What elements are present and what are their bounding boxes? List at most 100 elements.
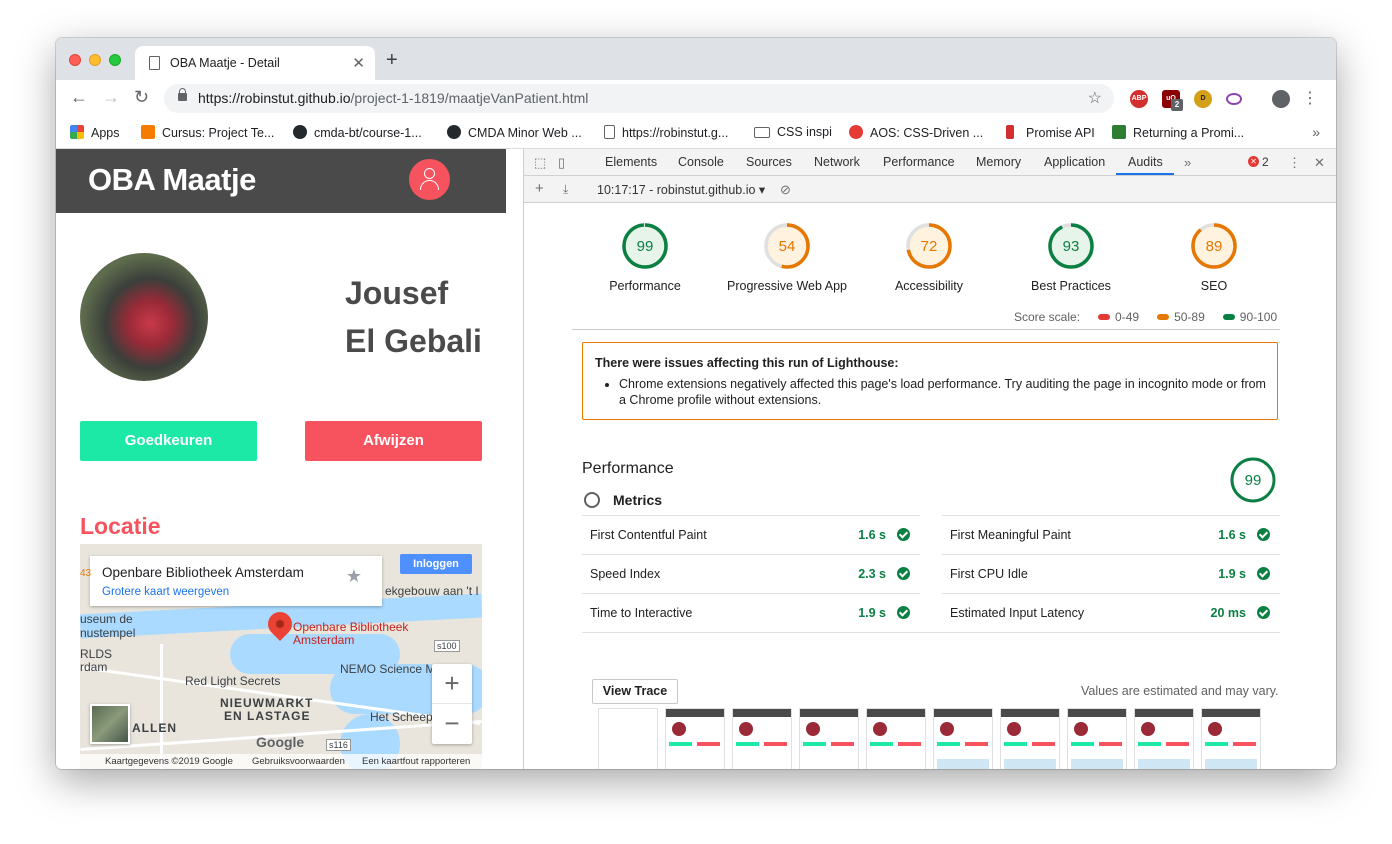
adblock-extension-icon[interactable]: ABP xyxy=(1130,90,1148,108)
bookmark-returning-promise[interactable]: Returning a Promi... xyxy=(1112,125,1244,140)
google-map[interactable]: Openbare Bibliotheek Amsterdam Grotere k… xyxy=(80,544,482,769)
frame-avatar xyxy=(1208,722,1222,736)
score-gauge-seo[interactable]: 89 SEO xyxy=(1144,221,1284,293)
bookmark-label: cmda-bt/course-1... xyxy=(314,126,422,140)
clear-audits-icon[interactable]: ⊘ xyxy=(780,182,791,198)
score-gauge-best-practices[interactable]: 93 Best Practices xyxy=(1001,221,1141,293)
google-logo: Google xyxy=(256,734,305,750)
eye-extension-icon[interactable] xyxy=(1226,93,1242,105)
download-report-icon[interactable]: ⤓ xyxy=(563,182,568,197)
map-label: nustempel xyxy=(80,626,136,640)
bookmark-apps[interactable]: Apps xyxy=(70,125,120,140)
metric-name: First CPU Idle xyxy=(950,567,1028,581)
zoom-in-button[interactable]: + xyxy=(432,664,472,704)
larger-map-link[interactable]: Grotere kaart weergeven xyxy=(102,586,229,598)
map-label: RLDS xyxy=(80,647,113,661)
device-toolbar-icon[interactable]: ▯ xyxy=(558,155,565,171)
score-gauge-progressive-web-app[interactable]: 54 Progressive Web App xyxy=(717,221,857,293)
metrics-heading-label: Metrics xyxy=(613,492,663,508)
address-bar[interactable]: https://robinstut.github.io/project-1-18… xyxy=(164,84,1114,113)
bookmark-aos[interactable]: AOS: CSS-Driven ... xyxy=(849,125,983,140)
metric-value: 1.6 s xyxy=(858,528,886,542)
bookmark-cmda-minor[interactable]: CMDA Minor Web ... xyxy=(447,125,582,140)
bookmark-cmda-bt[interactable]: cmda-bt/course-1... xyxy=(293,125,422,140)
error-count[interactable]: 2 xyxy=(1262,155,1269,169)
map-login-button[interactable]: Inloggen xyxy=(400,554,472,574)
more-bookmarks-icon[interactable]: » xyxy=(1312,124,1320,140)
bookmark-promise-api[interactable]: Promise API xyxy=(1006,125,1095,140)
performance-gauge: 99 xyxy=(1230,457,1276,508)
frame-avatar xyxy=(873,722,887,736)
terms-link[interactable]: Gebruiksvoorwaarden xyxy=(252,756,345,767)
bookmark-robinstut[interactable]: https://robinstut.g... xyxy=(604,125,728,140)
apps-icon xyxy=(70,125,84,139)
devtools-menu-icon[interactable]: ⋮ xyxy=(1288,155,1301,171)
tab-sources[interactable]: Sources xyxy=(746,155,792,169)
frame-map xyxy=(1004,759,1056,769)
metric-row: First CPU Idle 1.9 s xyxy=(942,554,1280,593)
audit-run-selector[interactable]: 10:17:17 - robinstut.github.io ▾ xyxy=(597,182,765,197)
browser-tab[interactable]: OBA Maatje - Detail ✕ xyxy=(135,46,375,80)
tab-console[interactable]: Console xyxy=(678,155,724,169)
score-scale-label: Score scale: xyxy=(1014,310,1081,324)
zoom-out-button[interactable]: − xyxy=(432,704,472,744)
tab-audits[interactable]: Audits xyxy=(1128,155,1163,169)
reload-button[interactable]: ↻ xyxy=(134,88,149,106)
metric-value: 1.9 s xyxy=(1218,567,1246,581)
bookmark-star-icon[interactable]: ☆ xyxy=(1088,88,1102,108)
frame-header xyxy=(666,709,724,717)
close-tab-icon[interactable]: ✕ xyxy=(352,54,365,72)
devtools-tab-bar: ⬚ ▯ Elements Console Sources Network Per… xyxy=(524,149,1336,176)
maximize-window-button[interactable] xyxy=(109,54,121,66)
report-error-link[interactable]: Een kaartfout rapporteren xyxy=(362,756,470,767)
save-place-star-icon[interactable]: ★ xyxy=(346,566,362,587)
close-devtools-icon[interactable]: ✕ xyxy=(1314,155,1325,171)
user-account-button[interactable] xyxy=(409,159,450,200)
extension-d-icon[interactable]: D xyxy=(1194,90,1212,108)
filmstrip-frame xyxy=(1067,708,1127,769)
minimize-window-button[interactable] xyxy=(89,54,101,66)
map-pin-label: Amsterdam xyxy=(293,633,355,647)
tab-elements[interactable]: Elements xyxy=(605,155,657,169)
metric-value: 20 ms xyxy=(1210,606,1246,620)
bookmark-css-inspi[interactable]: CSS inspi xyxy=(754,125,832,139)
chrome-menu-icon[interactable]: ⋮ xyxy=(1302,88,1318,108)
bookmark-label: https://robinstut.g... xyxy=(622,126,729,140)
score-range: 50-89 xyxy=(1174,310,1205,324)
score-gauge-accessibility[interactable]: 72 Accessibility xyxy=(859,221,999,293)
satellite-toggle[interactable] xyxy=(90,704,130,744)
tab-network[interactable]: Network xyxy=(814,155,860,169)
forward-button[interactable]: → xyxy=(102,88,120,106)
new-audit-icon[interactable]: + xyxy=(535,180,544,197)
stopwatch-icon xyxy=(584,492,600,508)
close-window-button[interactable] xyxy=(69,54,81,66)
inspect-element-icon[interactable]: ⬚ xyxy=(534,155,546,171)
more-tabs-icon[interactable]: » xyxy=(1184,155,1191,170)
tab-memory[interactable]: Memory xyxy=(976,155,1021,169)
score-gauge-performance[interactable]: 99 Performance xyxy=(575,221,715,293)
lock-icon[interactable] xyxy=(178,88,187,101)
score-value: 72 xyxy=(921,238,938,255)
back-button[interactable]: ← xyxy=(70,88,88,106)
approve-button[interactable]: Goedkeuren xyxy=(80,421,257,461)
bookmark-favicon xyxy=(141,125,155,139)
frame-avatar xyxy=(940,722,954,736)
profile-icon[interactable] xyxy=(1272,90,1290,108)
pass-check-icon xyxy=(897,567,910,580)
view-trace-button[interactable]: View Trace xyxy=(592,679,678,704)
bookmark-cursus[interactable]: Cursus: Project Te... xyxy=(141,125,274,140)
frame-button xyxy=(697,742,720,746)
tab-performance[interactable]: Performance xyxy=(883,155,955,169)
score-ring: 54 xyxy=(764,223,810,269)
score-value: 54 xyxy=(779,238,796,255)
url-host: https://robinstut.github.io xyxy=(198,90,351,106)
frame-map xyxy=(1138,759,1190,769)
reject-button[interactable]: Afwijzen xyxy=(305,421,482,461)
frame-button xyxy=(1099,742,1122,746)
tab-application[interactable]: Application xyxy=(1044,155,1105,169)
frame-avatar xyxy=(1141,722,1155,736)
pass-check-icon xyxy=(1257,528,1270,541)
warning-title: There were issues affecting this run of … xyxy=(595,356,899,370)
new-tab-button[interactable]: + xyxy=(386,50,398,70)
error-icon[interactable]: ✕ xyxy=(1248,156,1259,167)
